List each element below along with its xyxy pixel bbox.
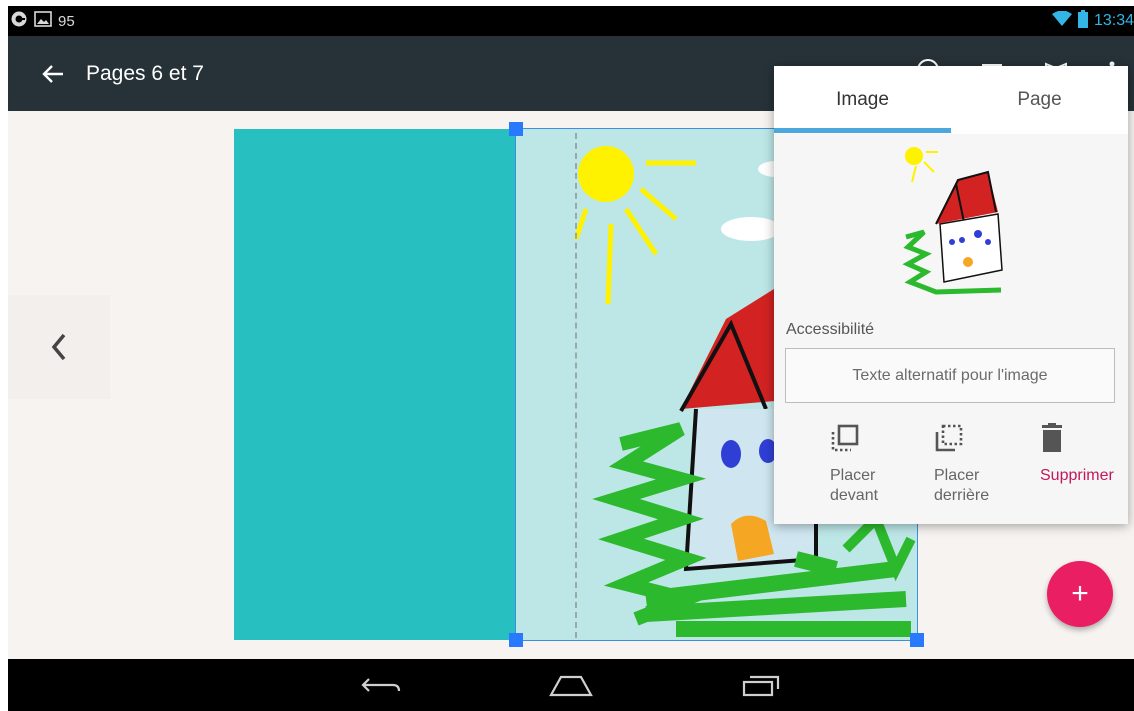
tab-page[interactable]: Page	[951, 66, 1128, 134]
send-to-back-button[interactable]: Placer derrière	[934, 418, 1024, 506]
nav-back-icon	[361, 678, 401, 692]
page-fold-guide	[575, 133, 577, 638]
page-title: Pages 6 et 7	[86, 61, 204, 85]
battery-icon	[1077, 9, 1088, 33]
image-notification-icon	[34, 11, 52, 31]
clock: 13:34	[1093, 12, 1134, 29]
selection-handle-bottom-left[interactable]	[509, 633, 523, 647]
left-page[interactable]	[234, 129, 516, 640]
selection-handle-top-left[interactable]	[509, 122, 523, 136]
bring-to-front-label: Placer devant	[830, 467, 879, 504]
image-properties-panel: Image Page Accessibilité Placer devant	[774, 66, 1128, 524]
notification-count: 95	[58, 12, 75, 30]
chevron-left-icon	[51, 333, 66, 361]
nav-recents-icon	[742, 675, 780, 697]
nav-home-icon	[549, 675, 593, 697]
send-to-back-icon	[935, 424, 963, 452]
wifi-icon	[1051, 10, 1072, 32]
back-button[interactable]	[30, 51, 76, 97]
nav-home-button[interactable]	[546, 665, 596, 705]
trash-icon	[1042, 423, 1062, 452]
alt-text-input[interactable]	[785, 348, 1115, 403]
accessibility-label: Accessibilité	[786, 321, 875, 338]
panel-tabs: Image Page	[774, 66, 1128, 134]
selection-handle-bottom-right[interactable]	[910, 633, 924, 647]
add-button[interactable]: +	[1047, 561, 1113, 627]
status-bar: 95 13:34	[8, 6, 1134, 36]
bring-to-front-button[interactable]: Placer devant	[830, 418, 920, 506]
nav-back-button[interactable]	[356, 665, 406, 705]
delete-label: Supprimer	[1040, 467, 1114, 484]
tab-image[interactable]: Image	[774, 66, 951, 134]
tab-indicator	[774, 128, 951, 133]
send-to-back-label: Placer derrière	[934, 467, 990, 504]
system-nav-bar	[8, 659, 1134, 711]
app-notification-icon	[10, 10, 28, 32]
arrow-back-icon	[42, 64, 63, 83]
delete-button[interactable]: Supprimer	[1040, 418, 1114, 486]
image-thumbnail	[902, 147, 1003, 295]
bring-to-front-icon	[831, 424, 859, 452]
previous-page-button[interactable]	[8, 295, 110, 399]
nav-recents-button[interactable]	[736, 665, 786, 705]
